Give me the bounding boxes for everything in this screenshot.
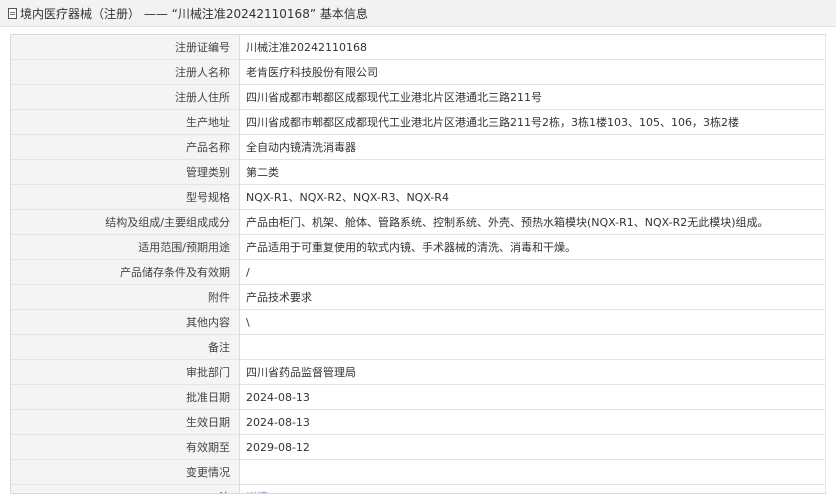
table-row: 注册人住所 四川省成都市郫都区成都现代工业港北片区港通北三路211号 — [11, 84, 825, 110]
table-row: 其他内容 \ — [11, 309, 825, 335]
row-label: 产品储存条件及有效期 — [11, 259, 240, 285]
page-header: 境内医疗器械（注册） —— “川械注准20242110168” 基本信息 — [0, 0, 836, 27]
row-value: 老肯医疗科技股份有限公司 — [239, 59, 825, 85]
info-table-container: 注册证编号 川械注准20242110168 注册人名称 老肯医疗科技股份有限公司… — [10, 34, 826, 494]
table-row: 审批部门 四川省药品监督管理局 — [11, 359, 825, 385]
row-value: / — [239, 259, 825, 285]
row-label: 注册人名称 — [11, 59, 240, 85]
row-label: 有效期至 — [11, 434, 240, 460]
row-value: 川械注准20242110168 — [239, 35, 825, 60]
table-row: 型号规格 NQX-R1、NQX-R2、NQX-R3、NQX-R4 — [11, 184, 825, 210]
table-row: 结构及组成/主要组成成分 产品由柜门、机架、舱体、管路系统、控制系统、外壳、预热… — [11, 209, 825, 235]
table-row: 产品储存条件及有效期 / — [11, 259, 825, 285]
row-label: 产品名称 — [11, 134, 240, 160]
row-value: 四川省成都市郫都区成都现代工业港北片区港通北三路211号2栋，3栋1楼103、1… — [239, 109, 825, 135]
row-value: 2024-08-13 — [239, 384, 825, 410]
row-value: 2029-08-12 — [239, 434, 825, 460]
note-label-cell: 注 — [11, 484, 240, 493]
row-label: 附件 — [11, 284, 240, 310]
row-label: 备注 — [11, 334, 240, 360]
table-row: 产品名称 全自动内镜清洗消毒器 — [11, 134, 825, 160]
info-table: 注册证编号 川械注准20242110168 注册人名称 老肯医疗科技股份有限公司… — [11, 35, 825, 493]
page-title: 境内医疗器械（注册） —— “川械注准20242110168” 基本信息 — [20, 6, 368, 21]
row-label: 变更情况 — [11, 459, 240, 485]
table-row: 注册证编号 川械注准20242110168 — [11, 35, 825, 60]
row-value: 产品技术要求 — [239, 284, 825, 310]
row-value: 2024-08-13 — [239, 409, 825, 435]
row-value: 四川省成都市郫都区成都现代工业港北片区港通北三路211号 — [239, 84, 825, 110]
row-label: 生效日期 — [11, 409, 240, 435]
table-row: 有效期至 2029-08-12 — [11, 434, 825, 460]
table-row: 适用范围/预期用途 产品适用于可重复使用的软式内镜、手术器械的清洗、消毒和干燥。 — [11, 234, 825, 260]
row-label: 结构及组成/主要组成成分 — [11, 209, 240, 235]
table-row: 批准日期 2024-08-13 — [11, 384, 825, 410]
row-value: 四川省药品监督管理局 — [239, 359, 825, 385]
details-link[interactable]: 详情 — [246, 491, 268, 493]
row-value — [239, 334, 825, 360]
document-icon — [8, 7, 17, 19]
row-label: 注 — [219, 491, 230, 493]
row-label: 管理类别 — [11, 159, 240, 185]
row-value: 详情 — [239, 484, 825, 493]
table-row: 变更情况 — [11, 459, 825, 485]
row-label: 生产地址 — [11, 109, 240, 135]
row-label: 适用范围/预期用途 — [11, 234, 240, 260]
table-row: 备注 — [11, 334, 825, 360]
row-label: 其他内容 — [11, 309, 240, 335]
table-row: 管理类别 第二类 — [11, 159, 825, 185]
row-label: 注册证编号 — [11, 35, 240, 60]
row-value: NQX-R1、NQX-R2、NQX-R3、NQX-R4 — [239, 184, 825, 210]
table-row: 附件 产品技术要求 — [11, 284, 825, 310]
row-value: 全自动内镜清洗消毒器 — [239, 134, 825, 160]
row-label: 型号规格 — [11, 184, 240, 210]
table-row: 注册人名称 老肯医疗科技股份有限公司 — [11, 59, 825, 85]
table-row: 注 详情 — [11, 484, 825, 493]
row-value: 产品适用于可重复使用的软式内镜、手术器械的清洗、消毒和干燥。 — [239, 234, 825, 260]
row-value: 产品由柜门、机架、舱体、管路系统、控制系统、外壳、预热水箱模块(NQX-R1、N… — [239, 209, 825, 235]
row-label: 注册人住所 — [11, 84, 240, 110]
row-value: \ — [239, 309, 825, 335]
table-row: 生产地址 四川省成都市郫都区成都现代工业港北片区港通北三路211号2栋，3栋1楼… — [11, 109, 825, 135]
row-value: 第二类 — [239, 159, 825, 185]
row-value — [239, 459, 825, 485]
row-label: 批准日期 — [11, 384, 240, 410]
table-row: 生效日期 2024-08-13 — [11, 409, 825, 435]
row-label: 审批部门 — [11, 359, 240, 385]
